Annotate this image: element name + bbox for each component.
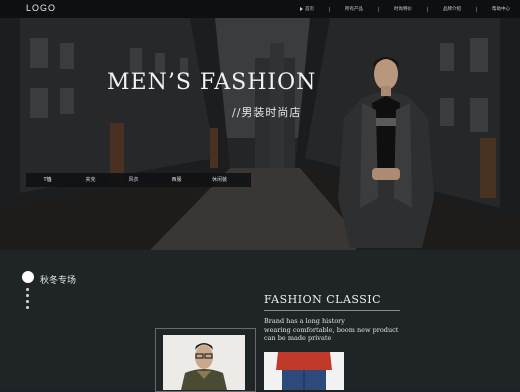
main-nav: 首页 所有产品 时尚特价 品牌介绍 帮助中心 bbox=[300, 5, 520, 15]
nav-divider bbox=[329, 7, 330, 12]
street-background-image bbox=[0, 18, 520, 250]
top-header: LOGO 首页 所有产品 时尚特价 品牌介绍 帮助中心 bbox=[0, 0, 520, 18]
nav-divider bbox=[427, 7, 428, 12]
tab-trench-coat[interactable]: 风衣 bbox=[112, 173, 155, 187]
tab-casual[interactable]: 休闲装 bbox=[198, 173, 241, 187]
tab-tshirt[interactable]: T恤 bbox=[26, 173, 69, 187]
section-title: 秋冬专场 bbox=[40, 275, 77, 285]
man-with-glasses-image bbox=[163, 335, 245, 390]
male-model-image bbox=[338, 57, 434, 250]
tab-suit[interactable]: 西服 bbox=[155, 173, 198, 187]
nav-special-price[interactable]: 时尚特价 bbox=[394, 5, 412, 15]
hero-banner: MEN’S FASHION //男装时尚店 T恤 夹克 风衣 西服 休闲装 bbox=[0, 18, 520, 250]
red-sweater-image bbox=[264, 352, 344, 390]
nav-home[interactable]: 首页 bbox=[300, 5, 314, 15]
feature-line-2: wearing comfortable, boom new product bbox=[264, 325, 399, 334]
product-photo-jacket[interactable] bbox=[163, 335, 245, 390]
feature-title: FASHION CLASSIC bbox=[264, 293, 382, 306]
hero-title: MEN’S FASHION bbox=[107, 70, 317, 95]
autumn-winter-section bbox=[0, 250, 520, 390]
hero-subtitle: //男装时尚店 bbox=[232, 106, 302, 119]
nav-divider bbox=[378, 7, 379, 12]
feature-description: Brand has a long history wearing comfort… bbox=[264, 317, 398, 343]
nav-all-products[interactable]: 所有产品 bbox=[345, 5, 363, 15]
dot-icon bbox=[26, 306, 29, 309]
tab-jacket[interactable]: 夹克 bbox=[69, 173, 112, 187]
play-icon bbox=[300, 6, 303, 11]
dot-icon bbox=[26, 288, 29, 291]
feature-divider bbox=[264, 310, 400, 311]
section-marker-icon bbox=[22, 271, 34, 283]
nav-brand-intro[interactable]: 品牌介绍 bbox=[443, 5, 461, 15]
logo[interactable]: LOGO bbox=[26, 3, 56, 13]
product-photo-sweater[interactable] bbox=[264, 352, 344, 390]
nav-home-label: 首页 bbox=[305, 6, 314, 11]
feature-line-1: Brand has a long history bbox=[264, 317, 345, 325]
nav-divider bbox=[476, 7, 477, 12]
dot-icon bbox=[26, 294, 29, 297]
dot-icon bbox=[26, 300, 29, 303]
nav-help-center[interactable]: 帮助中心 bbox=[492, 5, 510, 15]
feature-line-3: can be made private bbox=[264, 334, 332, 342]
category-tabs: T恤 夹克 风衣 西服 休闲装 bbox=[26, 173, 251, 187]
